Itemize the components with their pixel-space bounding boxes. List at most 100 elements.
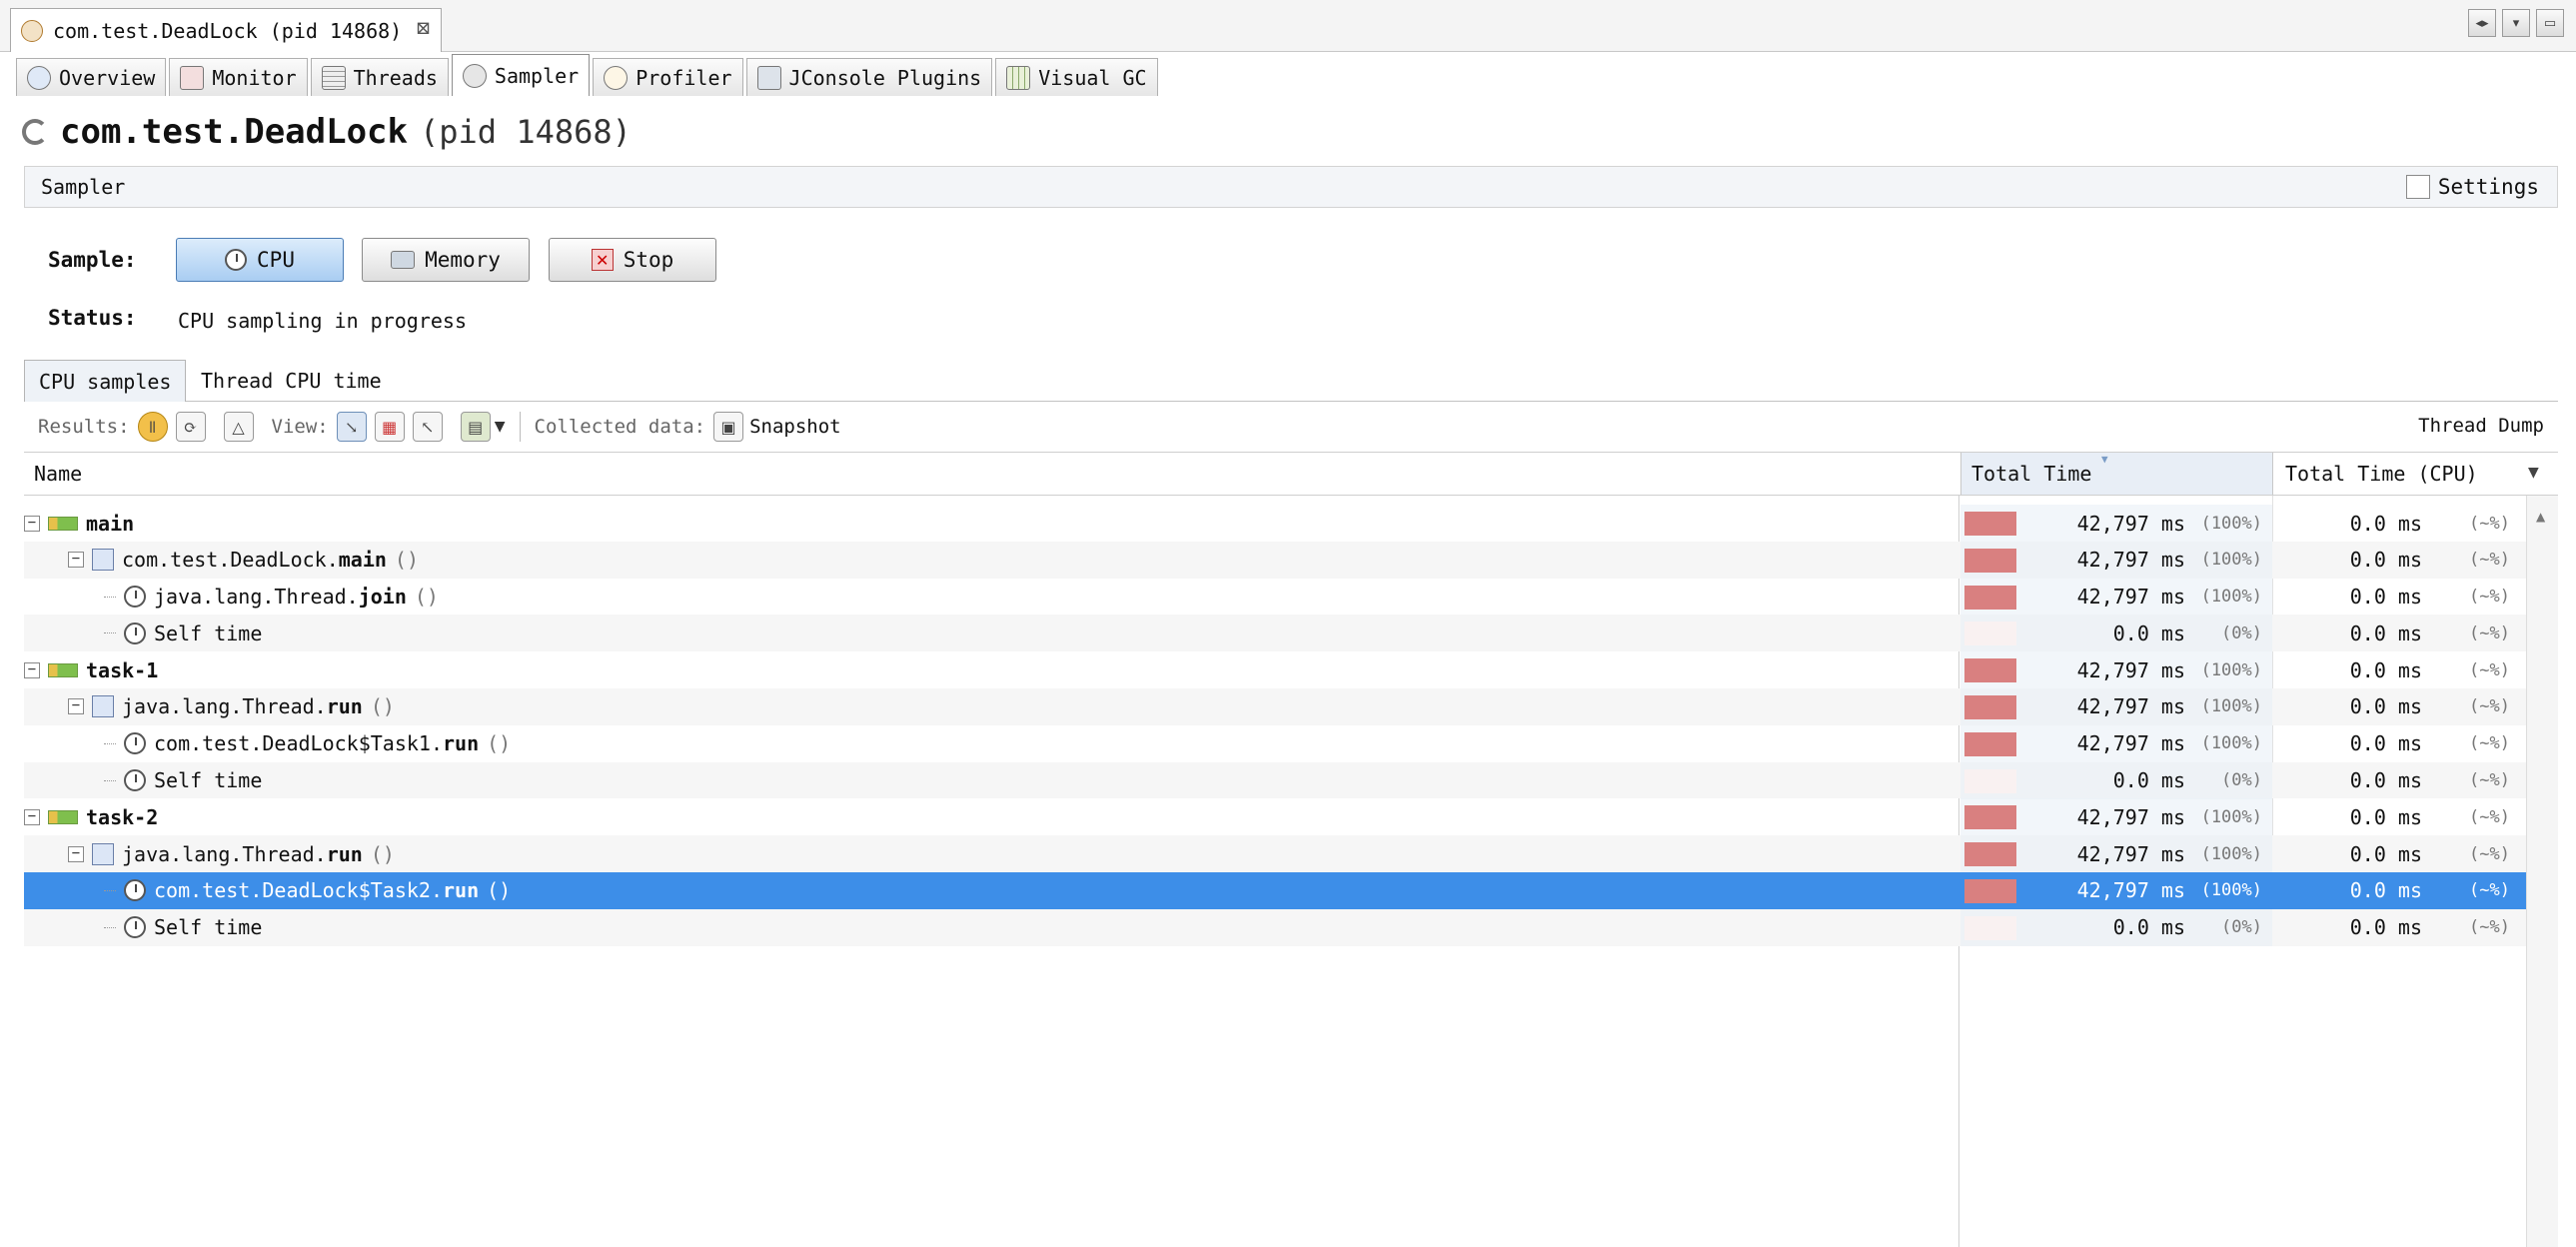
info-icon [27, 65, 51, 90]
thread-dump-button[interactable]: Thread Dump [2418, 415, 2544, 437]
table-row[interactable]: − task-2 42,797 ms (100%) 0.0 ms (~%) [24, 798, 2526, 836]
table-row[interactable]: java.lang.Thread.join () 42,797 ms (100%) 0.… [24, 578, 2526, 616]
scroll-tabs-button[interactable]: ◂▸ [2468, 9, 2496, 37]
stop-button[interactable]: ✕ Stop [549, 238, 716, 282]
tab-thread-cpu-time[interactable]: Thread CPU time [186, 360, 397, 402]
tab-jconsole-plugins[interactable]: JConsole Plugins [745, 58, 993, 96]
cpu-time-value: 0.0 ms [2349, 621, 2422, 645]
cpu-time-value: 0.0 ms [2349, 731, 2422, 756]
clock-icon [124, 586, 146, 609]
back-traces-view-icon[interactable]: ↖ [412, 412, 443, 442]
collapse-node-icon[interactable]: − [24, 808, 40, 825]
collapse-node-icon[interactable]: − [24, 515, 40, 532]
scroll-up-icon[interactable]: ▲ [2536, 510, 2545, 524]
monitor-icon [180, 65, 205, 90]
status-value: CPU sampling in progress [178, 309, 467, 333]
tab-label: Visual GC [1038, 65, 1147, 90]
node-label: task-2 [86, 805, 158, 829]
threads-icon [321, 65, 346, 90]
tab-list-button[interactable]: ▾ [2502, 9, 2530, 37]
time-bar [1964, 585, 2016, 610]
column-header-total-time-cpu[interactable]: Total Time (CPU) [2272, 453, 2522, 495]
delta-icon[interactable]: △ [223, 412, 254, 442]
vertical-scrollbar[interactable]: ▲ [2526, 496, 2558, 1247]
tab-sampler[interactable]: Sampler [451, 54, 591, 96]
view-label: View: [271, 416, 329, 438]
node-name: java.lang.Thread. [122, 841, 327, 866]
table-header: Name Total Time ▼ Total Time (CPU) ▼ [24, 452, 2558, 496]
close-tab-icon[interactable]: ⊠ [416, 18, 431, 39]
collapse-node-icon[interactable]: − [24, 661, 40, 678]
memory-chip-icon [391, 251, 416, 269]
tab-threads[interactable]: Threads [310, 58, 449, 96]
refresh-icon[interactable]: ⟳ [175, 412, 206, 442]
cpu-time-value: 0.0 ms [2349, 804, 2422, 829]
clock-icon [225, 249, 248, 271]
time-bar [1964, 694, 2016, 719]
tab-monitor[interactable]: Monitor [169, 58, 308, 96]
column-header-name[interactable]: Name [34, 453, 82, 495]
chevron-down-icon[interactable]: ▼ [495, 419, 506, 435]
table-row[interactable]: Self time 0.0 ms (0%) 0.0 ms (~%) [24, 761, 2526, 799]
time-bar-fill [1964, 548, 2016, 573]
tab-label: Monitor [212, 65, 297, 90]
table-row[interactable]: − com.test.DeadLock.main () 42,797 ms (100%)… [24, 541, 2526, 579]
restore-window-button[interactable]: ▭ [2536, 9, 2564, 37]
tab-visual-gc[interactable]: Visual GC [995, 58, 1158, 96]
column-header-total-time[interactable]: Total Time ▼ [1960, 453, 2272, 495]
tree-node: Self time [104, 909, 262, 946]
snapshot-button[interactable]: Snapshot [749, 416, 841, 438]
method-name: run [442, 731, 480, 756]
cpu-time-percent: (~%) [2469, 513, 2510, 534]
node-name: main [86, 511, 135, 536]
toolbar-divider [519, 412, 521, 442]
tree-connector [104, 632, 116, 634]
total-time-percent: (0%) [2221, 623, 2262, 643]
total-time-value: 42,797 ms [2076, 731, 2185, 756]
collapse-node-icon[interactable]: − [68, 845, 84, 862]
cpu-time-value: 0.0 ms [2349, 878, 2422, 903]
tab-profiler[interactable]: Profiler [593, 58, 743, 96]
memory-sample-button[interactable]: Memory [362, 238, 530, 282]
settings-checkbox[interactable] [2405, 175, 2430, 199]
method-args: () [487, 731, 512, 756]
snapshot-icon[interactable]: ▣ [713, 412, 744, 442]
column-header-label: Total Time [1971, 462, 2092, 486]
table-row[interactable]: − main 42,797 ms (100%) 0.0 ms (~%) [24, 505, 2526, 542]
tree-node: Self time [104, 762, 262, 799]
time-bar [1964, 768, 2016, 793]
hot-spots-view-icon[interactable]: ▦ [374, 412, 405, 442]
method-name: run [442, 878, 480, 903]
tree-node: com.test.DeadLock$Task1.run () [104, 725, 511, 762]
table-row[interactable]: Self time 0.0 ms (0%) 0.0 ms (~%) [24, 908, 2526, 946]
table-row[interactable]: − java.lang.Thread.run () 42,797 ms (100%) 0.… [24, 687, 2526, 725]
call-tree-table: − main 42,797 ms (100%) 0.0 ms (~%) − com.test.… [24, 505, 2526, 946]
tab-label: Thread CPU time [201, 369, 382, 393]
call-tree-view-icon[interactable]: ↘ [336, 412, 367, 442]
table-row[interactable]: Self time 0.0 ms (0%) 0.0 ms (~%) [24, 615, 2526, 652]
collapse-node-icon[interactable]: − [68, 698, 84, 715]
document-tab[interactable]: com.test.DeadLock (pid 14868) ⊠ [10, 8, 442, 52]
java-app-icon [21, 19, 43, 42]
tree-node: com.test.DeadLock$Task2.run () [104, 872, 511, 909]
table-row[interactable]: − task-1 42,797 ms (100%) 0.0 ms (~%) [24, 651, 2526, 689]
collapse-node-icon[interactable]: − [68, 552, 84, 569]
table-row[interactable]: − java.lang.Thread.run () 42,797 ms (100%) 0.… [24, 835, 2526, 873]
app-name: com.test.DeadLock [60, 112, 408, 152]
profiler-icon [604, 65, 629, 90]
table-row[interactable]: com.test.DeadLock$Task2.run () 42,797 ms (1… [24, 871, 2526, 909]
columns-icon[interactable]: ▤ [460, 412, 491, 442]
method-args: () [394, 548, 420, 573]
thread-icon [48, 662, 78, 677]
cpu-sample-button[interactable]: CPU [176, 238, 344, 282]
settings-toggle[interactable]: Settings [2405, 175, 2539, 199]
pause-icon[interactable]: ǁ [137, 412, 168, 442]
table-row[interactable]: com.test.DeadLock$Task1.run () 42,797 ms (1… [24, 724, 2526, 762]
settings-label: Settings [2437, 175, 2539, 199]
tab-overview[interactable]: Overview [16, 58, 167, 96]
loading-spinner-icon [22, 119, 48, 145]
column-chooser-icon[interactable]: ▼ [2528, 465, 2539, 481]
view-tab-strip: Overview Monitor Threads Sampler Profile… [16, 54, 1158, 96]
sample-label: Sample: [48, 248, 137, 272]
tab-cpu-samples[interactable]: CPU samples [24, 360, 187, 402]
